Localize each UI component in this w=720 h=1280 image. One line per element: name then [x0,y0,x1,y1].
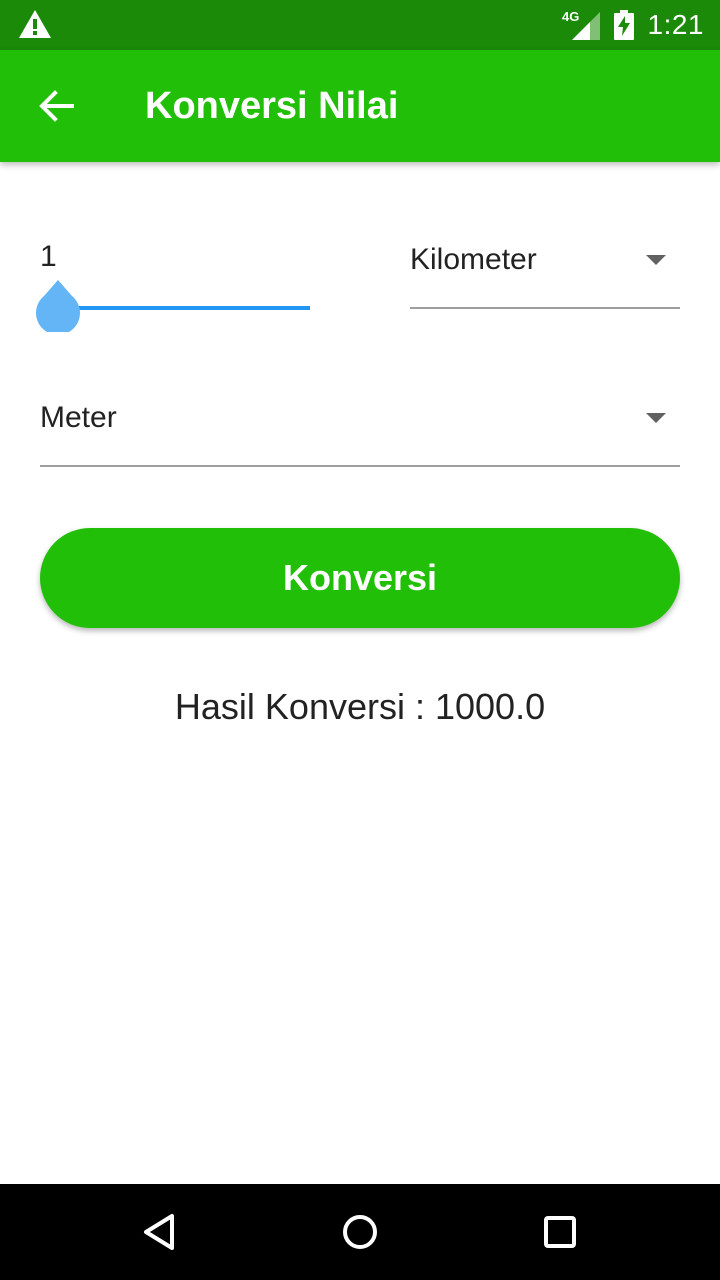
nav-home-icon [343,1215,377,1249]
input-value-text: 1 [40,240,57,273]
arrow-back-icon [39,90,74,122]
status-time: 1:21 [647,9,704,40]
from-unit-dropdown[interactable]: Kilometer [410,225,680,309]
value-slider[interactable] [36,280,312,336]
convert-button[interactable]: Konversi [40,528,680,628]
to-unit-dropdown[interactable]: Meter [40,383,680,467]
app-bar: Konversi Nilai [0,50,720,162]
nav-recents-button[interactable] [530,1202,590,1262]
dropdown-arrow-icon [646,413,666,423]
back-button[interactable] [24,74,88,138]
convert-button-label: Konversi [282,557,438,598]
network-type-label: 4G [562,9,579,24]
conversion-result: Hasil Konversi : 1000.0 [174,686,546,727]
battery-charging-icon [613,10,634,40]
status-bar: 4G 1:21 [0,0,720,50]
navigation-bar [0,1184,720,1280]
status-right-group: 4G 1:21 [562,0,705,50]
nav-back-button[interactable] [130,1202,190,1262]
nav-home-button[interactable] [330,1202,390,1262]
nav-back-icon [144,1214,174,1250]
dropdown-arrow-icon [646,255,666,265]
slider-track [58,306,310,310]
warning-icon [19,10,51,38]
nav-recents-icon [544,1216,576,1248]
4g-signal-icon: 4G [562,9,600,40]
page-title: Konversi Nilai [145,85,399,127]
to-unit-value: Meter [40,401,117,434]
slider-thumb[interactable] [36,280,80,332]
from-unit-value: Kilometer [410,243,537,276]
